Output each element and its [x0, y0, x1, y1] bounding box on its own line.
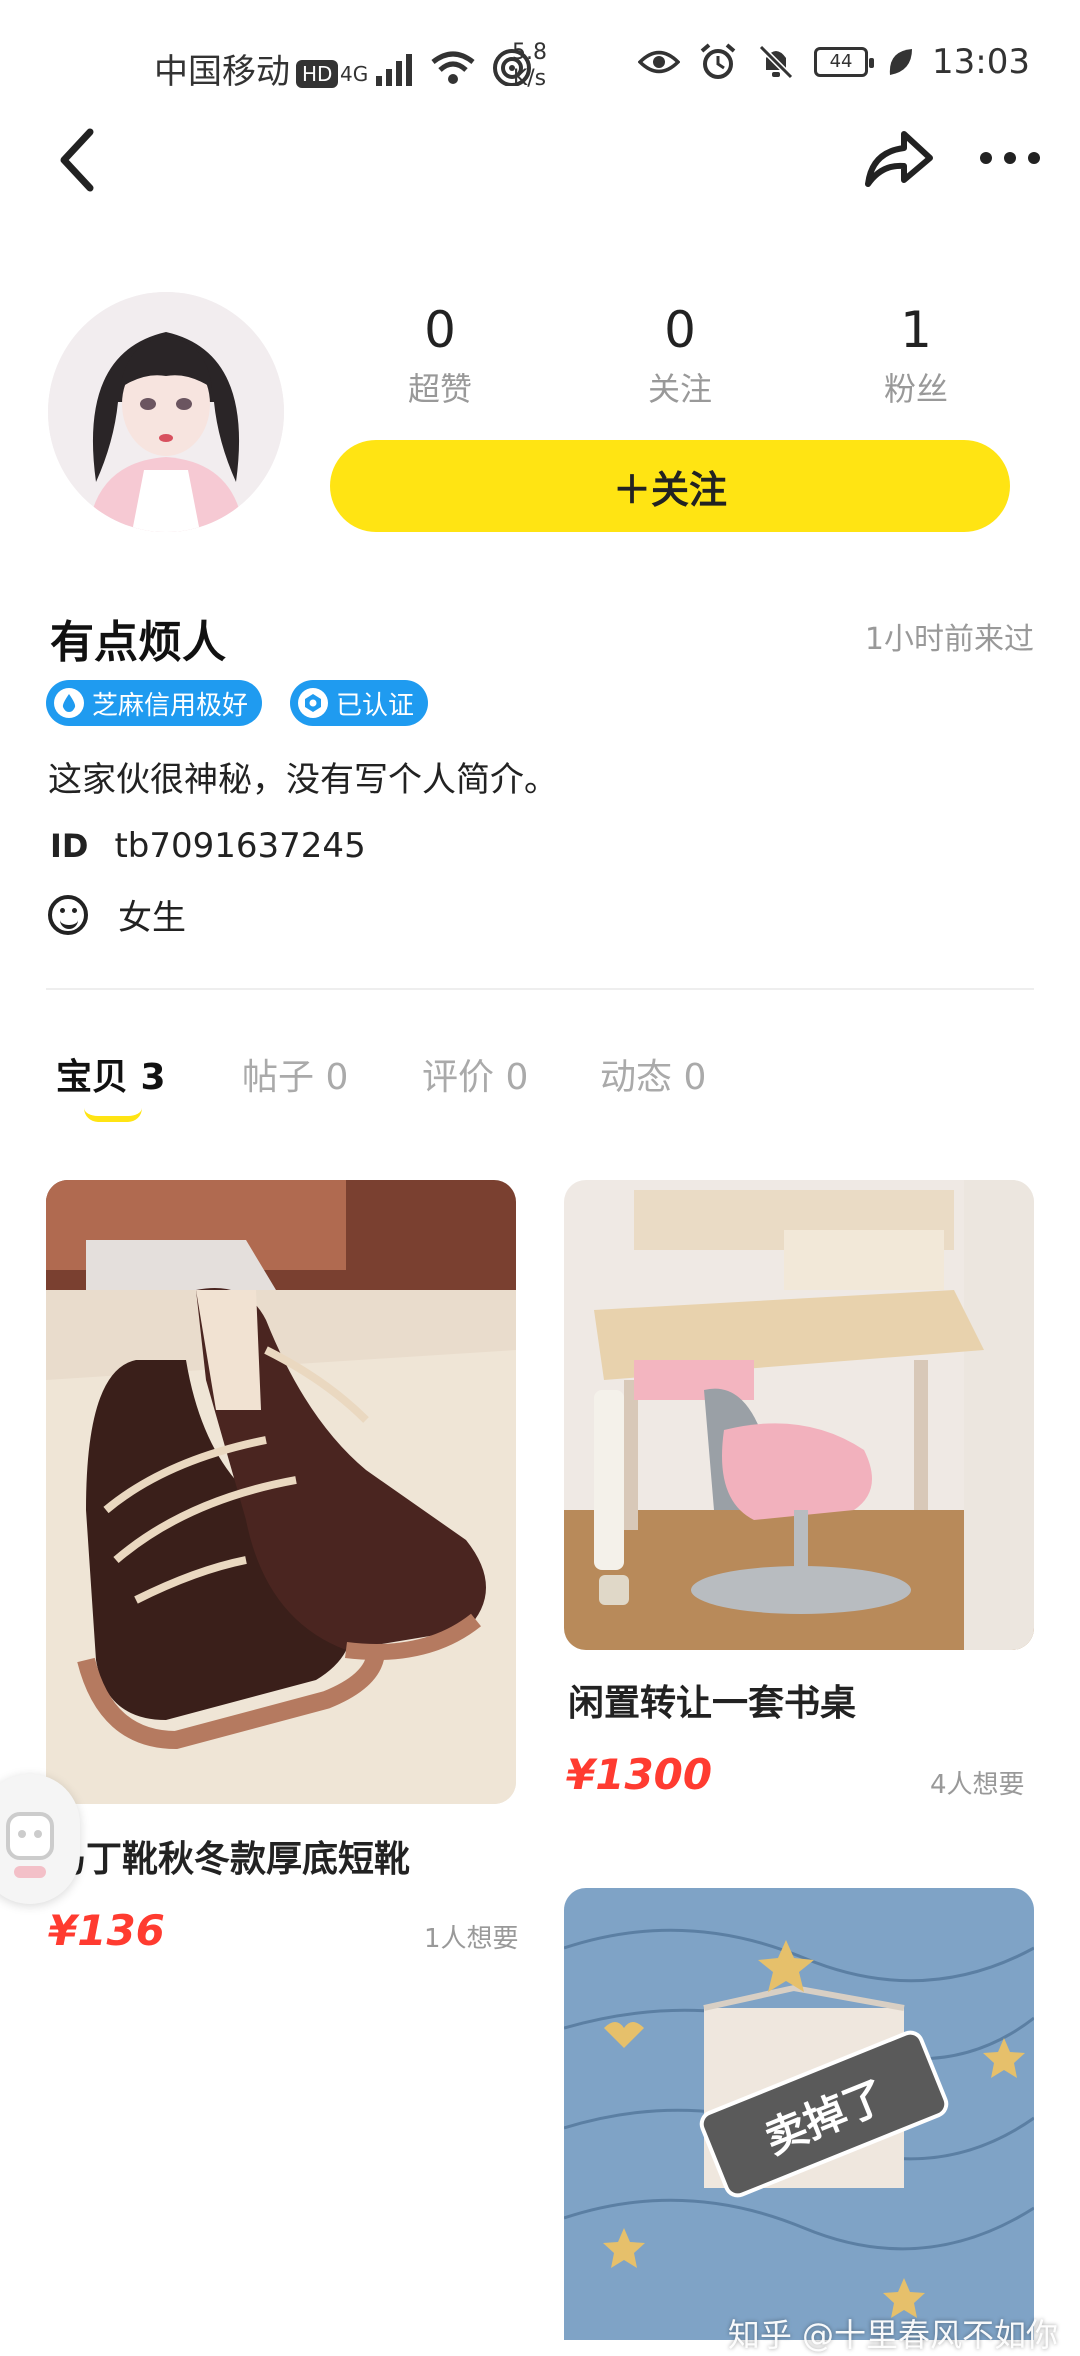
network-type: 4G	[340, 62, 369, 86]
status-right: 44 13:03	[638, 42, 1030, 82]
stat-following-label: 关注	[647, 370, 712, 408]
item-card-2-want: 4人想要	[930, 1770, 1025, 1800]
signal-icon	[376, 54, 413, 86]
more-button[interactable]	[978, 140, 1042, 176]
username: 有点烦人	[50, 617, 226, 668]
verified-tag[interactable]: 已认证	[290, 680, 429, 726]
net-speed-unit: K/s	[512, 66, 547, 91]
stat-following-value: 0	[664, 301, 696, 359]
boots-photo	[46, 1180, 516, 1804]
id-row: ID tb7091637245	[50, 826, 366, 866]
item-card-1-price: ¥136	[48, 1906, 165, 1955]
stat-followers-label: 粉丝	[883, 370, 948, 408]
gender-row: 女生	[48, 890, 186, 939]
stat-followers[interactable]: 1 粉丝	[826, 300, 1006, 410]
floating-assistant-button[interactable]	[0, 1774, 80, 1904]
net-speed: 5.8 K/s	[512, 40, 547, 92]
watermark: 知乎 @十里春风不如你	[727, 2316, 1058, 2354]
tab-reviews[interactable]: 评价 0	[422, 1048, 528, 1100]
item-card-2-title[interactable]: 闲置转让一套书桌	[568, 1674, 856, 1726]
follow-button[interactable]: ＋关注	[330, 440, 1010, 532]
wifi-icon	[431, 51, 475, 84]
last-seen: 1小时前来过	[864, 622, 1034, 657]
share-icon	[865, 131, 933, 187]
status-bar: 中国移动 HD 4G 5.8 K/s 44 13:03	[0, 0, 1080, 120]
chevron-left-icon	[60, 128, 94, 192]
clock: 13:03	[932, 42, 1030, 82]
tab-items[interactable]: 宝贝 3	[56, 1048, 166, 1100]
network-indicators: 4G	[340, 46, 534, 86]
stat-likes-label: 超赞	[407, 370, 472, 408]
net-speed-value: 5.8	[512, 40, 547, 65]
stat-followers-value: 1	[900, 301, 932, 359]
tab-activity[interactable]: 动态 0	[600, 1048, 706, 1100]
stat-following[interactable]: 0 关注	[590, 300, 770, 410]
back-button[interactable]	[50, 124, 110, 194]
verified-icon	[298, 688, 328, 718]
leaf-icon	[889, 49, 913, 75]
credit-tag[interactable]: 芝麻信用极好	[46, 680, 263, 726]
item-card-1-title[interactable]: 马丁靴秋冬款厚底短靴	[50, 1830, 410, 1882]
alarm-icon	[700, 43, 736, 79]
share-button[interactable]	[858, 118, 938, 198]
verified-tag-label: 已认证	[336, 690, 415, 721]
robot-icon	[6, 1812, 54, 1878]
bio: 这家伙很神秘，没有写个人简介。	[48, 760, 558, 800]
eye-icon	[638, 50, 681, 74]
mute-icon	[758, 44, 794, 80]
item-card-1-want: 1人想要	[424, 1924, 519, 1954]
more-icon	[980, 152, 1040, 164]
carrier-text: 中国移动	[154, 52, 290, 92]
divider	[46, 988, 1034, 990]
avatar-illustration	[48, 292, 284, 532]
battery-icon: 44	[814, 47, 875, 77]
tab-posts[interactable]: 帖子 0	[242, 1048, 348, 1100]
drop-icon	[54, 688, 84, 718]
carrier-label: 中国移动 HD	[154, 44, 339, 93]
item-card-2-image[interactable]	[564, 1180, 1034, 1650]
gender-label: 女生	[118, 898, 186, 938]
item-card-1-image[interactable]	[46, 1180, 516, 1804]
hd-badge: HD	[296, 59, 339, 88]
stat-likes-value: 0	[424, 301, 456, 359]
id-value: tb7091637245	[114, 826, 366, 866]
smile-icon	[48, 894, 88, 935]
credit-tag-label: 芝麻信用极好	[92, 690, 249, 721]
avatar[interactable]	[48, 292, 284, 532]
item-card-2-price: ¥1300	[566, 1750, 713, 1799]
desk-photo	[564, 1180, 1034, 1650]
id-label: ID	[50, 827, 89, 865]
tab-active-indicator	[84, 1108, 142, 1122]
item-card-3-image[interactable]: 卖掉了	[564, 1888, 1034, 2340]
stat-likes[interactable]: 0 超赞	[350, 300, 530, 410]
